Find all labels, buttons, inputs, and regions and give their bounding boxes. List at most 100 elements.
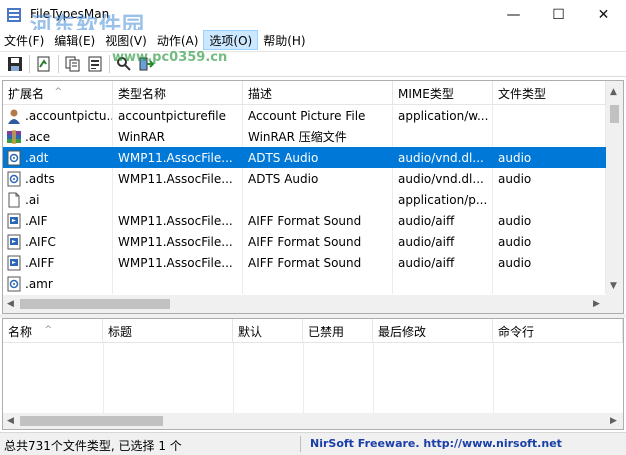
scrollbar-corner: [606, 295, 623, 313]
cell-type-name: WinRAR: [113, 126, 243, 147]
toolbar-separator: [109, 55, 110, 73]
table-row[interactable]: .ai application/p...: [3, 189, 606, 210]
column-header-extension[interactable]: 扩展名 ^: [3, 81, 113, 105]
column-header-name[interactable]: 名称 ^: [3, 319, 103, 343]
column-header-description[interactable]: 描述: [243, 81, 393, 105]
column-header-mime-type[interactable]: MIME类型: [393, 81, 493, 105]
cell-mime-type: audio/aiff: [393, 252, 493, 273]
grid-line: [103, 343, 104, 413]
horizontal-scrollbar[interactable]: ◀ ▶: [3, 295, 606, 313]
cell-extension: .AIFC: [25, 234, 56, 249]
window-title: FileTypesMan: [30, 7, 110, 21]
scroll-up-icon[interactable]: ▲: [610, 87, 617, 97]
toolbar-separator: [58, 55, 59, 73]
html-report-icon[interactable]: [84, 53, 106, 75]
media-file-icon: [7, 213, 21, 228]
cell-mime-type: audio/vnd.dl...: [393, 147, 493, 168]
cell-extension: .AIFF: [25, 255, 55, 270]
table-row[interactable]: .amr: [3, 273, 606, 294]
column-header-command-line[interactable]: 命令行: [493, 319, 623, 343]
status-divider: [300, 436, 301, 452]
menu-help[interactable]: 帮助(H): [258, 30, 310, 50]
toolbar-separator: [29, 55, 30, 73]
maximize-button[interactable]: ☐: [536, 0, 581, 30]
table-row[interactable]: .adts WMP11.AssocFile... ADTS Audio audi…: [3, 168, 606, 189]
vertical-scrollbar[interactable]: ▲ ▼: [606, 81, 623, 295]
copy-icon[interactable]: [62, 53, 84, 75]
menu-edit[interactable]: 编辑(E): [49, 30, 100, 50]
table-row-selected[interactable]: .adt WMP11.AssocFile... ADTS Audio audio…: [3, 147, 606, 168]
grid-line: [493, 343, 494, 413]
table-row[interactable]: .accountpictu... accountpicturefile Acco…: [3, 105, 606, 126]
table-row[interactable]: .AIFC WMP11.AssocFile... AIFF Format Sou…: [3, 231, 606, 252]
menu-action[interactable]: 动作(A): [152, 30, 204, 50]
cell-type-name: WMP11.AssocFile...: [113, 231, 243, 252]
menu-view[interactable]: 视图(V): [100, 30, 152, 50]
sort-indicator-icon: ^: [54, 87, 62, 97]
table-row[interactable]: .ace WinRAR WinRAR 压缩文件: [3, 126, 606, 147]
cell-file-type: audio: [493, 231, 606, 252]
cell-description: WinRAR 压缩文件: [243, 126, 393, 147]
cell-mime-type: audio/aiff: [393, 231, 493, 252]
actions-header: 名称 ^ 标题 默认 已禁用 最后修改 命令行: [3, 319, 623, 343]
cell-extension: .accountpictu...: [25, 108, 113, 123]
close-button[interactable]: ✕: [581, 0, 626, 30]
column-header-disabled[interactable]: 已禁用: [303, 319, 373, 343]
save-icon[interactable]: [4, 53, 26, 75]
column-header-file-type[interactable]: 文件类型: [493, 81, 606, 105]
media-file-icon: [7, 234, 21, 249]
cell-mime-type: audio/vnd.dl...: [393, 168, 493, 189]
cell-file-type: audio: [493, 210, 606, 231]
cell-description: [243, 273, 393, 294]
scroll-right-icon[interactable]: ▶: [610, 416, 617, 426]
horizontal-scroll-thumb[interactable]: [20, 416, 163, 426]
app-icon: [7, 8, 21, 22]
scroll-left-icon[interactable]: ◀: [7, 416, 14, 426]
cell-description: [243, 189, 393, 210]
cell-type-name: WMP11.AssocFile...: [113, 168, 243, 189]
vertical-scroll-thumb[interactable]: [610, 105, 619, 123]
column-header-caption[interactable]: 标题: [103, 319, 233, 343]
horizontal-scroll-thumb[interactable]: [20, 299, 170, 309]
table-row[interactable]: .AIF WMP11.AssocFile... AIFF Format Soun…: [3, 210, 606, 231]
horizontal-scrollbar[interactable]: ◀ ▶: [3, 413, 623, 429]
exit-icon[interactable]: [135, 53, 157, 75]
cell-type-name: WMP11.AssocFile...: [113, 147, 243, 168]
cell-mime-type: [393, 126, 493, 147]
cell-type-name: [113, 273, 243, 294]
minimize-button[interactable]: —: [491, 0, 536, 30]
user-picture-icon: [8, 109, 20, 124]
cell-mime-type: [393, 273, 493, 294]
column-header-type-name[interactable]: 类型名称: [113, 81, 243, 105]
find-icon[interactable]: [113, 53, 135, 75]
scroll-right-icon[interactable]: ▶: [593, 299, 600, 309]
cell-file-type: [493, 273, 606, 294]
cell-type-name: accountpicturefile: [113, 105, 243, 126]
cell-description: AIFF Format Sound: [243, 210, 393, 231]
grid-line: [233, 343, 234, 413]
title-bar: FileTypesMan 河东软件园 — ☐ ✕: [0, 0, 626, 39]
properties-icon[interactable]: [33, 53, 55, 75]
cell-file-type: audio: [493, 252, 606, 273]
cell-extension: .ace: [25, 129, 51, 144]
table-row[interactable]: .AIFF WMP11.AssocFile... AIFF Format Sou…: [3, 252, 606, 273]
cell-mime-type: application/w...: [393, 105, 493, 126]
file-types-list[interactable]: 扩展名 ^ 类型名称 描述 MIME类型 文件类型 .accountpictu.…: [2, 80, 624, 314]
cell-file-type: [493, 189, 606, 210]
cell-mime-type: audio/aiff: [393, 210, 493, 231]
menu-file[interactable]: 文件(F): [0, 30, 49, 50]
grid-line: [373, 343, 374, 413]
menu-options[interactable]: 选项(O): [203, 30, 259, 50]
nirsoft-link[interactable]: NirSoft Freeware. http://www.nirsoft.net: [310, 437, 562, 450]
actions-list[interactable]: 名称 ^ 标题 默认 已禁用 最后修改 命令行 ◀ ▶: [2, 318, 624, 430]
scroll-left-icon[interactable]: ◀: [7, 299, 14, 309]
cell-type-name: WMP11.AssocFile...: [113, 210, 243, 231]
column-header-default[interactable]: 默认: [233, 319, 303, 343]
cell-description: AIFF Format Sound: [243, 231, 393, 252]
column-header-modified-time[interactable]: 最后修改: [373, 319, 493, 343]
cell-extension: .amr: [25, 276, 53, 291]
audio-file-icon: [7, 276, 21, 291]
scroll-down-icon[interactable]: ▼: [610, 281, 617, 291]
cell-type-name: [113, 189, 243, 210]
cell-description: ADTS Audio: [243, 168, 393, 189]
